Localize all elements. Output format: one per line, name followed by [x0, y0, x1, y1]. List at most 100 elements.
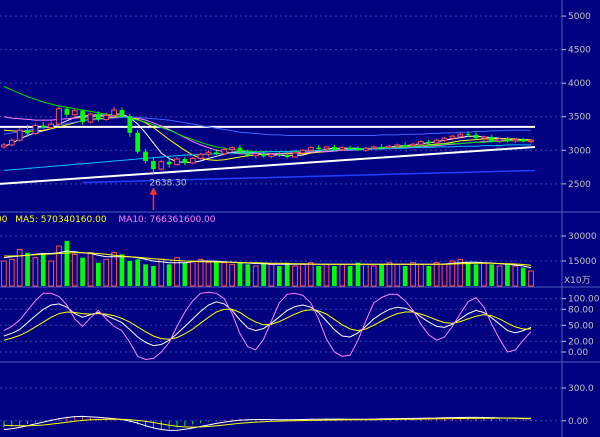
volume-bar[interactable] — [465, 262, 471, 286]
candle[interactable] — [418, 140, 424, 146]
volume-bar[interactable] — [166, 264, 172, 286]
volume-bar[interactable] — [362, 263, 369, 287]
candle[interactable] — [151, 157, 156, 175]
volume-bar[interactable] — [496, 265, 503, 287]
volume-bar[interactable] — [520, 267, 526, 286]
volume-bar[interactable] — [252, 265, 259, 287]
volume-bar[interactable] — [80, 257, 85, 286]
volume-bar[interactable] — [347, 266, 353, 286]
volume-bar[interactable] — [205, 262, 212, 287]
candle[interactable] — [252, 152, 259, 159]
volume-bar[interactable] — [481, 262, 487, 287]
candle[interactable] — [355, 146, 361, 151]
volume-bar[interactable] — [135, 259, 141, 286]
volume-bar[interactable] — [323, 263, 330, 287]
volume-bar[interactable] — [103, 258, 110, 287]
volume-bar[interactable] — [426, 266, 432, 286]
volume-bar[interactable] — [276, 266, 282, 286]
candle[interactable] — [362, 146, 369, 152]
candle[interactable] — [174, 157, 180, 166]
volume-bar[interactable] — [87, 252, 94, 287]
volume-bar[interactable] — [402, 266, 408, 286]
volume-bar[interactable] — [433, 262, 440, 287]
volume-bar[interactable] — [40, 254, 46, 286]
volume-bar[interactable] — [245, 264, 251, 286]
candle[interactable] — [441, 136, 448, 143]
volume-bar[interactable] — [71, 253, 78, 287]
candle[interactable] — [292, 151, 298, 158]
volume-bar[interactable] — [151, 266, 156, 286]
candle[interactable] — [433, 138, 440, 145]
candle[interactable] — [127, 114, 133, 137]
volume-bar[interactable] — [174, 257, 180, 287]
volume-bar[interactable] — [300, 263, 306, 287]
volume-bar[interactable] — [410, 262, 416, 287]
volume-bar[interactable] — [214, 261, 219, 286]
volume-bar[interactable] — [449, 260, 456, 287]
candle[interactable] — [332, 144, 337, 151]
volume-bar[interactable] — [489, 264, 495, 286]
volume-bar[interactable] — [119, 254, 125, 286]
volume-bar[interactable] — [111, 252, 117, 287]
candle[interactable] — [64, 107, 70, 117]
candle[interactable] — [473, 132, 479, 140]
volume-bar[interactable] — [127, 261, 133, 286]
candle[interactable] — [237, 144, 243, 155]
volume-bar[interactable] — [95, 262, 101, 286]
volume-bar[interactable] — [284, 262, 290, 286]
volume-bar[interactable] — [25, 252, 30, 286]
volume-bar[interactable] — [307, 262, 314, 287]
candle[interactable] — [87, 112, 94, 124]
volume-bar[interactable] — [32, 257, 39, 287]
volume-bar[interactable] — [237, 262, 243, 286]
candle[interactable] — [316, 144, 321, 151]
volume-bar[interactable] — [221, 262, 228, 287]
volume-bar[interactable] — [386, 262, 393, 287]
volume-bar[interactable] — [505, 264, 510, 286]
candle[interactable] — [111, 106, 117, 117]
volume-bar[interactable] — [182, 262, 188, 286]
volume-bar[interactable] — [355, 262, 361, 286]
candle[interactable] — [182, 157, 188, 166]
candle[interactable] — [520, 137, 526, 143]
volume-bar[interactable] — [379, 264, 384, 286]
volume-bar[interactable] — [261, 262, 266, 286]
volume-bar[interactable] — [1, 260, 7, 287]
volume-bar[interactable] — [528, 270, 534, 287]
volume-bar[interactable] — [16, 248, 23, 287]
volume-bar[interactable] — [441, 263, 448, 287]
volume-bar[interactable] — [370, 265, 377, 287]
volume-bar[interactable] — [8, 258, 15, 287]
volume-bar[interactable] — [332, 266, 337, 286]
candle[interactable] — [1, 142, 7, 149]
volume-bar[interactable] — [418, 263, 424, 287]
stock-chart[interactable]: 2638.30 00 MA5: 570340160.00 MA10: 7663616… — [0, 0, 600, 437]
candle[interactable] — [80, 110, 85, 125]
volume-bar[interactable] — [64, 241, 70, 286]
volume-bar[interactable] — [473, 264, 479, 286]
candle[interactable] — [276, 151, 282, 158]
volume-bar[interactable] — [158, 258, 165, 287]
candle[interactable] — [229, 146, 235, 152]
candle[interactable] — [158, 159, 165, 171]
volume-bar[interactable] — [512, 265, 519, 287]
volume-bar[interactable] — [339, 263, 346, 287]
candle[interactable] — [205, 150, 212, 157]
candle[interactable] — [135, 130, 141, 154]
candle[interactable] — [426, 139, 432, 145]
volume-bar[interactable] — [189, 260, 196, 287]
volume-bar[interactable] — [229, 263, 235, 287]
candle[interactable] — [197, 152, 204, 160]
candle[interactable] — [8, 138, 15, 147]
volume-bar[interactable] — [197, 258, 204, 287]
volume-bar[interactable] — [48, 260, 54, 287]
volume-bar[interactable] — [394, 263, 401, 287]
volume-bar[interactable] — [143, 264, 148, 286]
candle[interactable] — [32, 123, 39, 135]
volume-bar[interactable] — [268, 263, 275, 287]
candle[interactable] — [16, 128, 23, 142]
candle[interactable] — [56, 106, 62, 125]
volume-bar[interactable] — [292, 265, 298, 287]
candle[interactable] — [166, 158, 172, 168]
candle[interactable] — [189, 157, 196, 165]
